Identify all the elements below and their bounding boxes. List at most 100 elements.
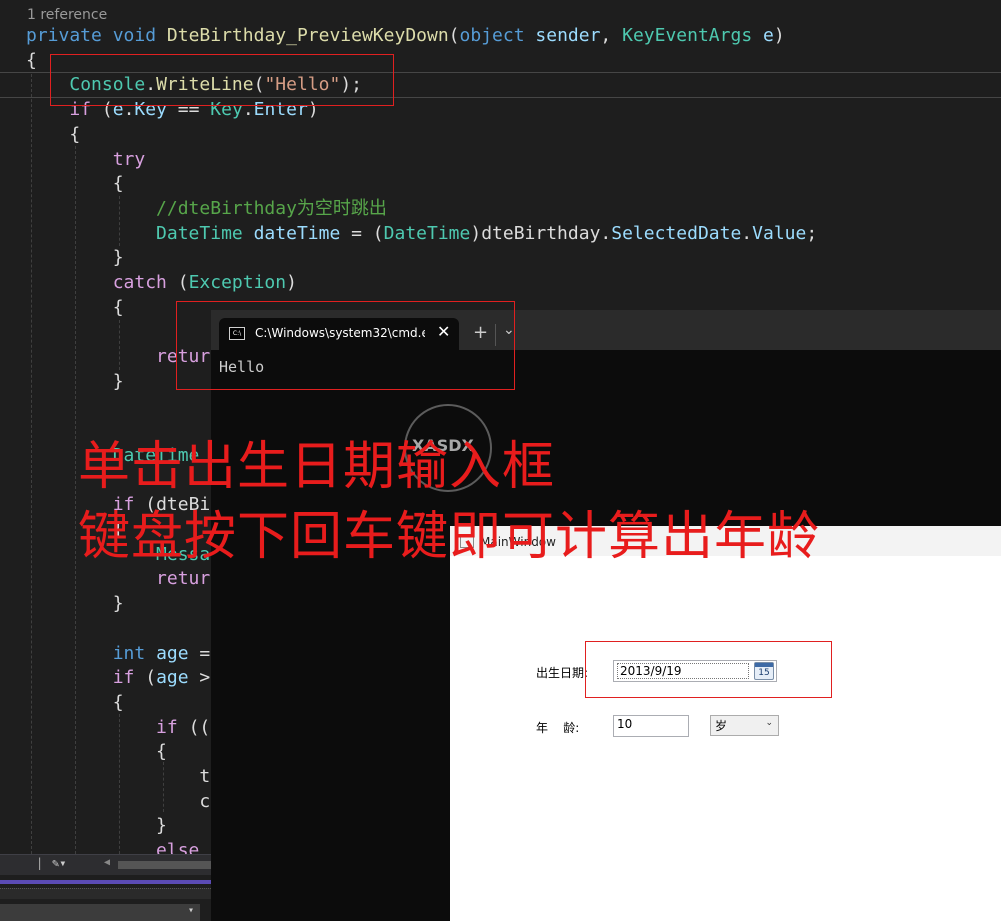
- terminal-tabbar: C:\ C:\Windows\system32\cmd.e: ✕ + ⌄: [211, 310, 1001, 350]
- code-token: ): [286, 272, 297, 293]
- code-token: retur: [156, 346, 211, 368]
- code-line: int age =: [26, 642, 211, 666]
- code-token: >: [188, 667, 211, 689]
- code-token: .: [242, 99, 254, 121]
- code-line: {: [26, 740, 167, 764]
- code-token: ==: [166, 99, 211, 121]
- code-token: sender: [535, 25, 601, 46]
- code-token: object: [459, 25, 525, 46]
- code-line: //dteBirthday为空时跳出: [26, 197, 387, 221]
- code-token: DteBirthday_PreviewKeyDown: [166, 25, 449, 46]
- age-input[interactable]: 10: [613, 715, 689, 737]
- code-token: .: [123, 99, 135, 121]
- code-token: Key: [210, 99, 243, 121]
- code-token: ): [773, 25, 785, 46]
- code-token: e: [112, 99, 124, 121]
- wpf-main-window[interactable]: MainWindow 出生日期: 2013/9/19 15 年 龄: 10 岁 …: [450, 526, 1001, 921]
- terminal-output: Hello: [219, 358, 265, 376]
- code-token: {: [26, 123, 81, 145]
- code-token: .: [145, 74, 157, 96]
- code-token: e: [763, 25, 774, 46]
- code-token: )dteBirthday.: [470, 222, 612, 244]
- indent-guide: [119, 320, 120, 370]
- code-token: .: [741, 222, 753, 244]
- calendar-icon[interactable]: 15: [754, 662, 774, 680]
- code-token: age: [156, 667, 189, 689]
- code-token: =: [188, 642, 211, 664]
- code-token: void: [112, 25, 157, 46]
- code-token: Key: [134, 99, 167, 121]
- panel-divider: [0, 888, 211, 899]
- code-token: DateTime: [156, 222, 243, 244]
- indent-guide: [119, 714, 120, 854]
- tab-separator: [495, 324, 496, 346]
- indent-guide: [119, 196, 120, 246]
- birth-date-label: 出生日期:: [536, 666, 589, 680]
- brush-icon[interactable]: ✎▾: [52, 856, 66, 870]
- birth-date-picker[interactable]: 2013/9/19 15: [613, 660, 777, 682]
- terminal-tab-title: C:\Windows\system32\cmd.e:: [255, 326, 425, 340]
- age-label: 年 龄:: [536, 721, 580, 735]
- chevron-down-icon[interactable]: ⌄: [503, 322, 515, 338]
- code-token: if: [156, 716, 178, 738]
- codelens-references[interactable]: 1 reference: [27, 7, 107, 23]
- code-token: private: [26, 25, 102, 46]
- new-tab-button[interactable]: +: [473, 322, 488, 343]
- code-token: catch: [112, 272, 167, 293]
- code-token: Enter: [253, 99, 308, 121]
- code-token: try: [112, 148, 146, 170]
- code-token: (: [166, 272, 189, 293]
- code-token: (: [134, 667, 157, 689]
- output-panel-toolbar: ▾: [0, 904, 200, 921]
- cmd-icon: C:\: [229, 327, 245, 340]
- code-token: retur: [156, 568, 211, 590]
- code-line: private void DteBirthday_PreviewKeyDown(…: [26, 24, 785, 48]
- horizontal-scrollbar[interactable]: [118, 861, 211, 869]
- editor-status-strip: | ✎▾ ◀: [0, 854, 211, 875]
- code-token: }: [26, 815, 167, 837]
- code-token: if: [69, 99, 92, 121]
- code-token: ;: [806, 222, 818, 244]
- indent-guide: [163, 762, 164, 812]
- birth-date-input[interactable]: 2013/9/19: [617, 663, 749, 679]
- code-line: }: [26, 814, 167, 838]
- code-token: (: [253, 74, 265, 96]
- terminal-tab[interactable]: C:\ C:\Windows\system32\cmd.e: ✕: [219, 318, 459, 350]
- code-token: (: [91, 99, 113, 121]
- code-line: retur: [26, 567, 210, 591]
- code-token: //dteBirthday为空时跳出: [156, 197, 387, 219]
- age-unit-select[interactable]: 岁 ⌄: [710, 715, 779, 736]
- code-token: );: [340, 74, 362, 96]
- code-token: KeyEventArgs: [622, 25, 753, 46]
- accent-bar: [0, 880, 211, 884]
- scroll-left-icon[interactable]: ◀: [104, 857, 110, 868]
- code-token: age: [156, 642, 189, 664]
- close-icon[interactable]: ✕: [437, 322, 450, 341]
- code-token: "Hello": [264, 74, 341, 96]
- code-token: = (: [340, 222, 384, 244]
- chevron-down-icon: ⌄: [765, 718, 773, 728]
- code-token: ): [307, 99, 319, 121]
- code-token: DateTime: [383, 222, 471, 244]
- chevron-down-icon[interactable]: ▾: [188, 905, 194, 916]
- code-token: ((: [177, 716, 211, 738]
- code-token: (: [448, 25, 460, 46]
- code-token: {: [26, 741, 167, 763]
- code-line: try: [26, 148, 146, 172]
- separator-icon: |: [36, 856, 44, 870]
- code-token: WriteLine: [156, 74, 254, 96]
- annotation-line-2: 键盘按下回车键即可计算出年龄: [78, 507, 821, 567]
